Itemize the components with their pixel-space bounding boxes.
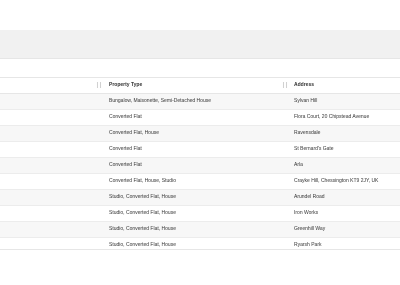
cell-address: Greenhill Way [294, 226, 326, 232]
cell-property-type: Bungalow, Maisonette, Semi-Detached Hous… [109, 98, 212, 104]
cell-address: Arla [294, 162, 303, 168]
cell-property-type: Converted Flat [109, 146, 142, 152]
toolbar [0, 30, 400, 59]
cell-property-type: Converted Flat [109, 162, 142, 168]
top-bar [0, 0, 400, 30]
table-row[interactable]: Converted Flat Arla [0, 158, 400, 174]
table-row[interactable]: Bungalow, Maisonette, Semi-Detached Hous… [0, 94, 400, 110]
table-row[interactable]: Converted Flat St Bernard's Gate [0, 142, 400, 158]
cell-address: Iron Works [294, 210, 319, 216]
cell-address: St Bernard's Gate [294, 146, 334, 152]
cell-address: Ravensdale [294, 130, 321, 136]
table-row[interactable]: Converted Flat, House, Studio Crayke Hill… [0, 174, 400, 190]
cell-property-type: Studio, Converted Flat, House [109, 210, 176, 216]
cell-property-type: Studio, Converted Flat, House [109, 226, 176, 232]
cell-address: Flora Court, 20 Chipstead Avenue [294, 114, 370, 120]
data-grid: Property Type Address Bungalow, Maisonet… [0, 77, 400, 254]
cell-property-type: Converted Flat [109, 114, 142, 120]
table-row[interactable]: Converted Flat, House Ravensdale [0, 126, 400, 142]
table-row[interactable]: Studio, Converted Flat, House Arundel Roa… [0, 190, 400, 206]
table-row[interactable]: Converted Flat Flora Court, 20 Chipstead … [0, 110, 400, 126]
table-row[interactable]: Studio, Converted Flat, House Iron Works [0, 206, 400, 222]
column-header-address[interactable]: Address [294, 78, 314, 93]
column-header-property-type[interactable]: Property Type [109, 78, 142, 93]
drag-handle-icon[interactable] [282, 82, 288, 88]
cell-property-type: Converted Flat, House [109, 130, 160, 136]
cell-property-type: Studio, Converted Flat, House [109, 194, 176, 200]
cell-property-type: Converted Flat, House, Studio [109, 178, 176, 184]
table-body: Bungalow, Maisonette, Semi-Detached Hous… [0, 94, 400, 254]
cell-address: Sylvan Hill [294, 98, 318, 104]
drag-handle-icon[interactable] [96, 82, 102, 88]
table-header: Property Type Address [0, 77, 400, 94]
table-row[interactable]: Studio, Converted Flat, House Greenhill W… [0, 222, 400, 238]
cell-address: Crayke Hill, Chessington KT9 2JY, UK [294, 178, 379, 184]
cell-address: Arundel Road [294, 194, 325, 200]
grid-footer [0, 249, 400, 285]
